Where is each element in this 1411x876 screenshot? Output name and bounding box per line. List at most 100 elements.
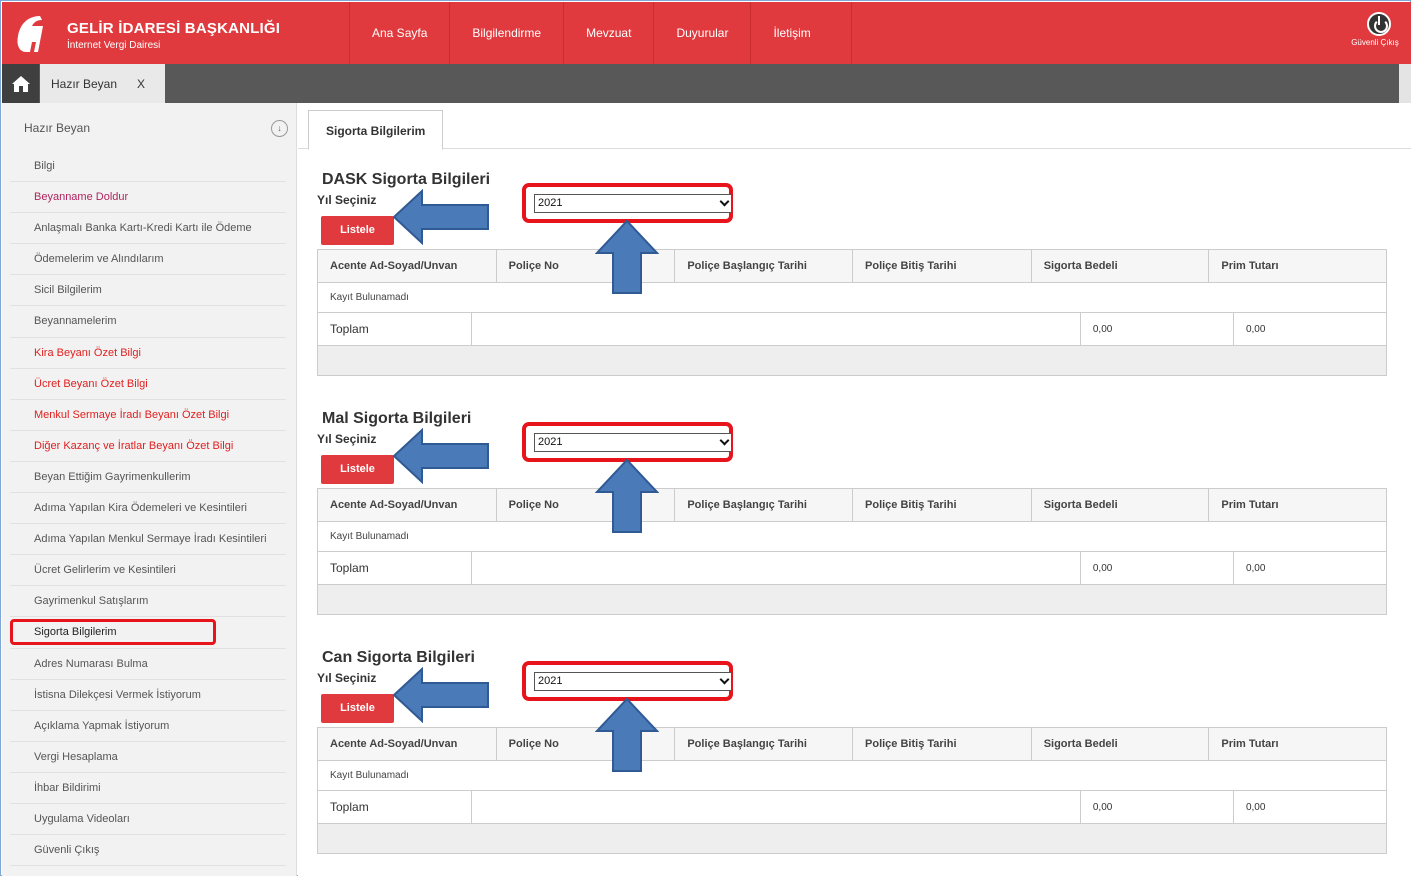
sidebar-item[interactable]: Beyanname Doldur [10, 182, 286, 214]
insurance-table: Acente Ad-Soyad/Unvan Poliçe No Poliçe Baş… [317, 488, 1387, 615]
total-sigorta-bedeli: 0,00 [1081, 313, 1234, 345]
sidebar-item-label: Güvenli Çıkış [34, 844, 100, 857]
sidebar-item-label: Diğer Kazanç ve İratlar Beyanı Özet Bilg… [34, 439, 234, 452]
collapse-down-icon[interactable]: ↓ [271, 120, 288, 137]
sidebar-item-label: Bilgi [34, 160, 55, 172]
sidebar-item[interactable]: İhbar Bildirimi [10, 773, 286, 804]
sidebar-item[interactable]: Güvenli Çıkış [10, 835, 286, 867]
sidebar-item[interactable]: İstisna Dilekçesi Vermek İstiyorum [10, 680, 286, 711]
annotation-arrow-up-icon [595, 697, 659, 772]
section-title: Mal Sigorta Bilgileri [322, 410, 472, 427]
nav-duyurular[interactable]: Duyurular [654, 2, 752, 64]
empty-message: Kayıt Bulunamadı [330, 292, 409, 303]
listele-button[interactable]: Listele [321, 455, 394, 484]
nav-ana-sayfa[interactable]: Ana Sayfa [350, 2, 451, 64]
total-label: Toplam [318, 791, 472, 823]
insurance-section: DASK Sigorta Bilgileri Yıl Seçiniz Listele… [317, 171, 1387, 381]
close-tab-button[interactable]: X [137, 77, 145, 91]
highlight-box [10, 619, 216, 646]
sidebar-item[interactable]: Ödemelerim ve Alındılarım [10, 244, 286, 276]
sidebar-item-label: Ödemelerim ve Alındılarım [34, 253, 164, 266]
org-subtitle: İnternet Vergi Dairesi [67, 40, 161, 51]
sidebar-item[interactable]: Beyan Ettiğim Gayrimenkullerim [10, 462, 286, 494]
content-tabbar: Sigorta Bilgilerim [298, 103, 1411, 150]
column-header: Acente Ad-Soyad/Unvan [318, 250, 497, 282]
sidebar-item[interactable]: Kira Beyanı Özet Bilgi [10, 338, 286, 369]
sidebar-item-label: Sicil Bilgilerim [34, 284, 102, 297]
sidebar-item[interactable]: Menkul Sermaye İradı Beyanı Özet Bilgi [10, 400, 286, 431]
listele-button[interactable]: Listele [321, 216, 394, 245]
listele-button[interactable]: Listele [321, 694, 394, 723]
nav-bilgilendirme[interactable]: Bilgilendirme [450, 2, 565, 64]
sidebar-menu: Bilgi Beyanname Doldur Anlaşmalı Banka Kar… [2, 151, 296, 867]
total-sigorta-bedeli: 0,00 [1081, 552, 1234, 584]
sidebar-item[interactable]: Adres Numarası Bulma [10, 649, 286, 680]
year-select[interactable]: 2021 [534, 672, 732, 691]
sidebar-item[interactable]: Ücret Beyanı Özet Bilgi [10, 369, 286, 400]
org-name: GELİR İDARESİ BAŞKANLIĞI [67, 20, 281, 37]
highlight-box: 2021 [522, 422, 733, 462]
column-header: Prim Tutarı [1209, 489, 1387, 521]
nav-mevzuat[interactable]: Mevzuat [564, 2, 655, 64]
nav-iletisim[interactable]: İletişim [751, 2, 852, 64]
open-tab-hazir-beyan[interactable]: Hazır Beyan X [40, 64, 165, 103]
total-prim-tutari: 0,00 [1245, 801, 1266, 813]
annotation-arrow-left-icon [392, 189, 489, 245]
home-button[interactable] [2, 64, 39, 103]
column-header: Poliçe Başlangıç Tarihi [675, 250, 854, 282]
app-frame: GELİR İDARESİ BAŞKANLIĞI İnternet Vergi … [0, 0, 1411, 876]
column-header: Poliçe Başlangıç Tarihi [675, 489, 854, 521]
sidebar-item-label: Anlaşmalı Banka Kartı-Kredi Kartı ile Öd… [34, 222, 252, 235]
sidebar-item[interactable]: Diğer Kazanç ve İratlar Beyanı Özet Bilg… [10, 431, 286, 462]
sidebar-item[interactable]: Beyannamelerim [10, 306, 286, 338]
sidebar-item[interactable]: Adıma Yapılan Kira Ödemeleri ve Kesintil… [10, 493, 286, 525]
column-header: Poliçe Bitiş Tarihi [853, 489, 1032, 521]
sidebar-item[interactable]: Anlaşmalı Banka Kartı-Kredi Kartı ile Öd… [10, 213, 286, 245]
sidebar-item-label: Gayrimenkul Satışlarım [34, 595, 149, 608]
power-icon [1367, 12, 1391, 36]
total-spacer [472, 313, 1081, 345]
year-select[interactable]: 2021 [534, 433, 732, 452]
sidebar-item[interactable]: Ücret Gelirlerim ve Kesintileri [10, 555, 286, 587]
sidebar-item-label: İhbar Bildirimi [34, 781, 101, 794]
column-header: Acente Ad-Soyad/Unvan [318, 728, 497, 760]
column-header: Sigorta Bedeli [1031, 728, 1210, 760]
gib-logo-icon[interactable] [10, 12, 54, 56]
total-spacer [472, 791, 1081, 823]
sidebar-item[interactable]: Sigorta Bilgilerim [10, 617, 286, 649]
tabs-scrollbar[interactable] [1399, 64, 1411, 103]
table-footer [318, 585, 1386, 614]
sidebar-item-label: Ücret Beyanı Özet Bilgi [34, 377, 148, 390]
open-tabs-bar: Hazır Beyan X [2, 64, 1411, 103]
empty-message: Kayıt Bulunamadı [330, 770, 409, 781]
table-total-row: Toplam 0,00 0,00 [318, 313, 1386, 346]
year-select[interactable]: 2021 [534, 194, 732, 213]
sidebar-item-label: Vergi Hesaplama [34, 750, 118, 763]
sidebar-item[interactable]: Vergi Hesaplama [10, 742, 286, 773]
tab-sigorta-bilgilerim[interactable]: Sigorta Bilgilerim [308, 110, 444, 150]
logout-button[interactable]: Güvenli Çıkış [1351, 12, 1399, 47]
table-footer [318, 346, 1386, 375]
column-header: Poliçe Bitiş Tarihi [853, 728, 1032, 760]
sidebar-item-label: Kira Beyanı Özet Bilgi [34, 346, 141, 359]
sidebar-item[interactable]: Bilgi [10, 151, 286, 183]
sidebar-item[interactable]: Sicil Bilgilerim [10, 275, 286, 307]
sidebar-item-label: Menkul Sermaye İradı Beyanı Özet Bilgi [34, 408, 230, 421]
main-nav: Ana Sayfa Bilgilendirme Mevzuat Duyurula… [349, 2, 852, 64]
sidebar-item-label: Uygulama Videoları [34, 812, 130, 825]
sidebar-item[interactable]: Gayrimenkul Satışlarım [10, 586, 286, 618]
sidebar-item[interactable]: Açıklama Yapmak İstiyorum [10, 711, 286, 742]
chevron-down-icon [719, 196, 730, 207]
home-icon [11, 75, 30, 92]
insurance-section: Can Sigorta Bilgileri Yıl Seçiniz Listele … [317, 649, 1387, 859]
table-header-row: Acente Ad-Soyad/Unvan Poliçe No Poliçe Baş… [318, 728, 1387, 761]
annotation-arrow-up-icon [595, 219, 659, 294]
sidebar-title: Hazır Beyan [24, 121, 91, 135]
sidebar-item[interactable]: Uygulama Videoları [10, 804, 286, 836]
section-title: Can Sigorta Bilgileri [322, 649, 475, 666]
total-prim-tutari: 0,00 [1245, 323, 1266, 335]
column-header: Prim Tutarı [1209, 728, 1387, 760]
sidebar: Hazır Beyan ↓ Bilgi Beyanname Doldur Anlaş… [2, 103, 297, 876]
sidebar-item[interactable]: Adıma Yapılan Menkul Sermaye İradı Kesin… [10, 524, 286, 556]
chevron-down-icon [719, 435, 730, 446]
